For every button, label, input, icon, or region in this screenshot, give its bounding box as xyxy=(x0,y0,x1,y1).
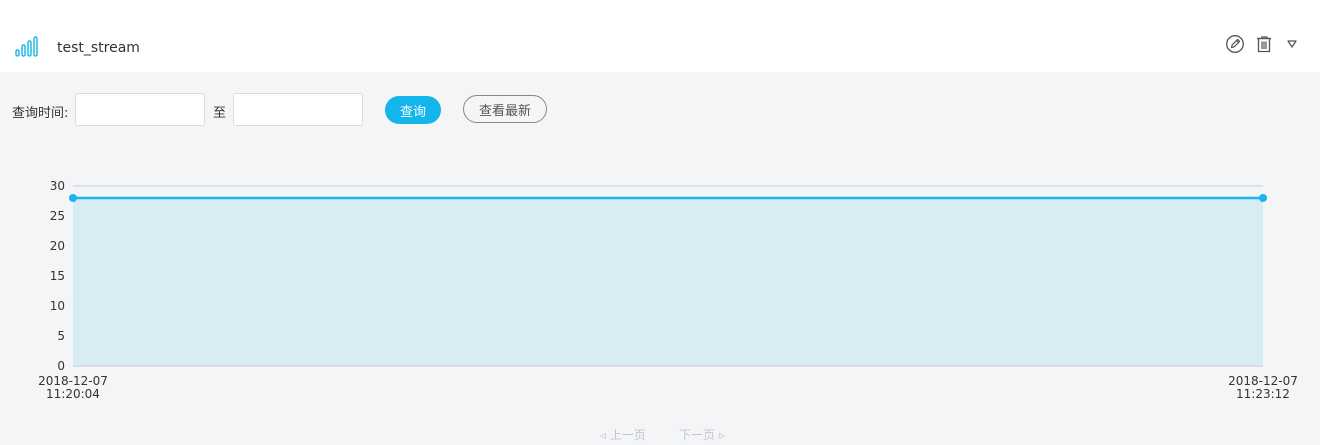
query-time-label: 查询时间: xyxy=(12,106,69,121)
start-time-input[interactable] xyxy=(75,93,205,126)
next-page-link[interactable]: 下一页 ▹ xyxy=(679,426,725,443)
edit-icon[interactable] xyxy=(1225,34,1245,54)
prev-page-link[interactable]: ◃ 上一页 xyxy=(600,426,646,443)
prev-page-label: 上一页 xyxy=(609,428,646,442)
query-toolbar: 查询时间: 至 查询 查看最新 xyxy=(0,72,1320,152)
end-time-input[interactable] xyxy=(233,93,363,126)
data-point xyxy=(1259,194,1267,202)
y-tick-label: 30 xyxy=(50,179,65,193)
stream-area-chart: 0510152025302018-12-0711:20:042018-12-07… xyxy=(38,179,1298,401)
query-button[interactable]: 查询 xyxy=(385,96,441,124)
y-tick-label: 25 xyxy=(50,209,65,223)
data-point xyxy=(69,194,77,202)
y-tick-label: 15 xyxy=(50,269,65,283)
x-tick-date: 2018-12-07 xyxy=(38,374,108,388)
y-tick-label: 5 xyxy=(57,329,65,343)
caret-down-icon[interactable] xyxy=(1285,37,1299,51)
x-tick-time: 11:23:12 xyxy=(1236,387,1290,401)
x-tick-date: 2018-12-07 xyxy=(1228,374,1298,388)
x-tick-time: 11:20:04 xyxy=(46,387,100,401)
y-tick-label: 20 xyxy=(50,239,65,253)
bar-chart-icon xyxy=(15,36,38,57)
y-tick-label: 10 xyxy=(50,299,65,313)
stream-title: test_stream xyxy=(57,40,140,56)
panel-header: test_stream xyxy=(0,0,1320,72)
y-tick-label: 0 xyxy=(57,359,65,373)
range-separator-label: 至 xyxy=(213,106,227,121)
view-latest-button[interactable]: 查看最新 xyxy=(463,95,547,123)
trash-icon[interactable] xyxy=(1254,34,1274,54)
pagination: ◃ 上一页 下一页 ▹ xyxy=(0,426,1320,444)
series-area xyxy=(73,198,1263,366)
next-page-label: 下一页 xyxy=(679,428,716,442)
